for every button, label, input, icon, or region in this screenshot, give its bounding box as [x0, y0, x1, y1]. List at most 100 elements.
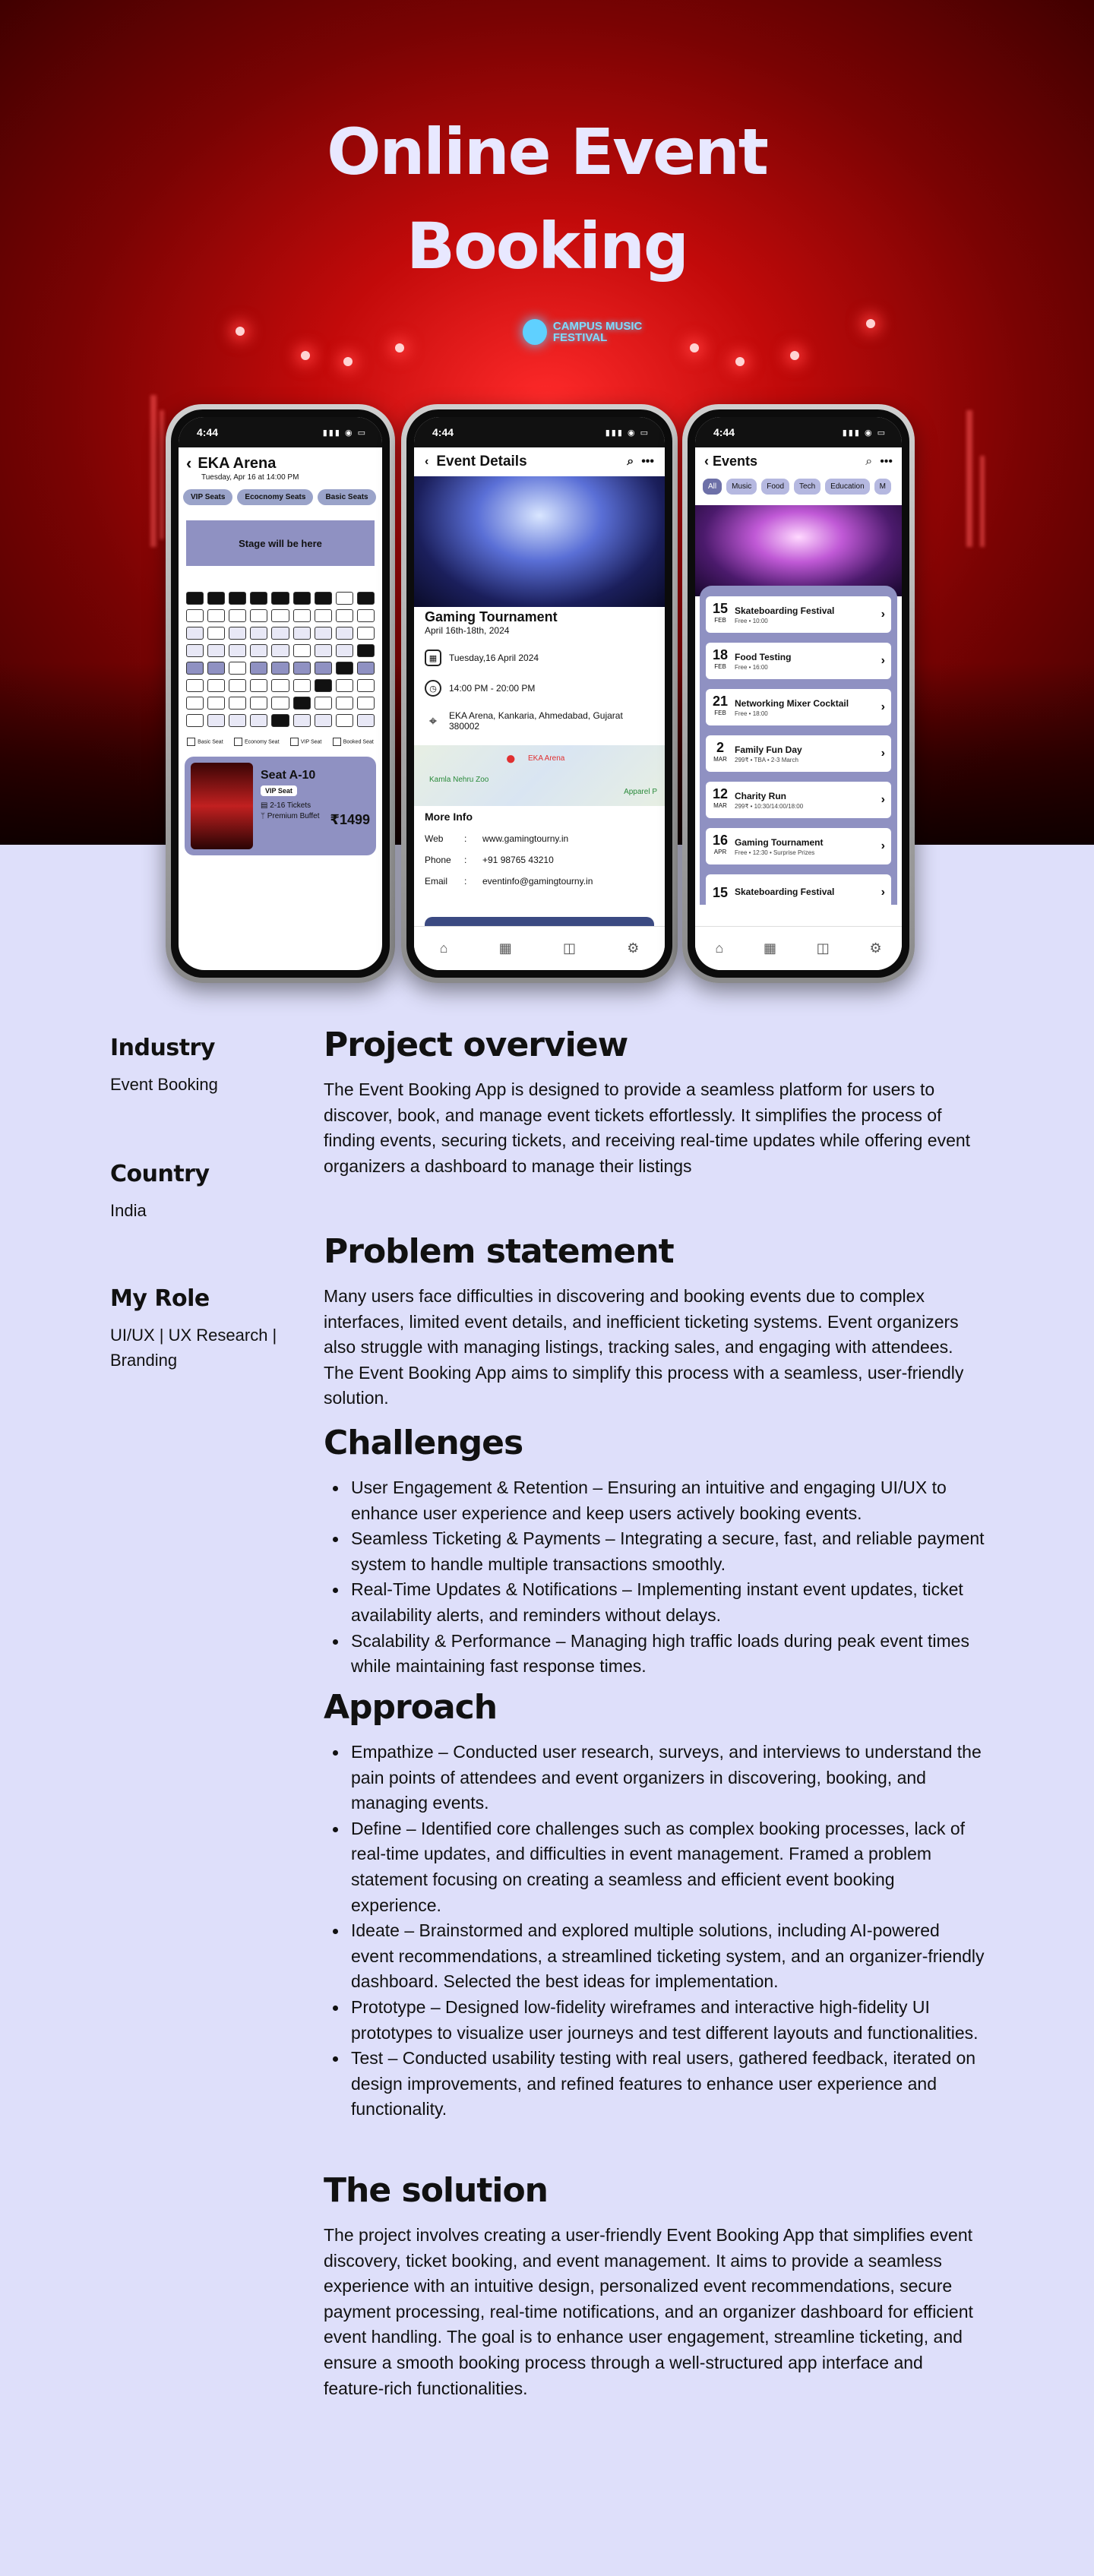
seat[interactable] [186, 697, 204, 710]
seat[interactable] [356, 662, 375, 675]
seat[interactable] [229, 697, 247, 710]
seat[interactable] [271, 697, 289, 710]
seat[interactable] [186, 609, 204, 622]
seat[interactable] [292, 627, 311, 640]
seat[interactable] [186, 627, 204, 640]
seat[interactable] [356, 679, 375, 692]
seat[interactable] [292, 679, 311, 692]
seat[interactable] [356, 609, 375, 622]
seat[interactable] [229, 714, 247, 727]
seat[interactable] [356, 627, 375, 640]
seat[interactable] [314, 714, 332, 727]
seat[interactable] [207, 592, 226, 605]
event-list-item[interactable]: 15 Skateboarding Festival › [706, 874, 891, 905]
seat[interactable] [229, 662, 247, 675]
seat[interactable] [335, 644, 353, 657]
chip-more[interactable]: M [874, 479, 891, 495]
seat[interactable] [207, 627, 226, 640]
event-list-item[interactable]: 15 FEB Skateboarding Festival Free • 10:00 › [706, 596, 891, 633]
seat[interactable] [356, 714, 375, 727]
ticket-card[interactable]: Seat A-10 VIP Seat ▤ 2-16 Tickets ᛘ Prem… [185, 757, 376, 855]
seat-map[interactable] [179, 574, 382, 730]
seat[interactable] [314, 697, 332, 710]
seat[interactable] [207, 714, 226, 727]
seat[interactable] [250, 644, 268, 657]
chip-food[interactable]: Food [761, 479, 790, 495]
seat[interactable] [314, 679, 332, 692]
seat[interactable] [335, 697, 353, 710]
event-map[interactable]: ● EKA Arena Kamla Nehru Zoo Apparel P [414, 745, 665, 806]
search-icon[interactable]: ⌕ [865, 455, 872, 469]
seat[interactable] [229, 609, 247, 622]
seat[interactable] [207, 644, 226, 657]
seat[interactable] [271, 714, 289, 727]
seat[interactable] [186, 592, 204, 605]
chip-all[interactable]: All [703, 479, 722, 495]
event-list-item[interactable]: 21 FEB Networking Mixer Cocktail Free • 18:… [706, 689, 891, 725]
seat[interactable] [292, 644, 311, 657]
seat[interactable] [356, 592, 375, 605]
more-icon[interactable]: ••• [641, 455, 654, 469]
seat[interactable] [335, 627, 353, 640]
phone-link[interactable]: +91 98765 43210 [482, 855, 554, 865]
seat[interactable] [186, 644, 204, 657]
seat[interactable] [292, 609, 311, 622]
seat[interactable] [186, 679, 204, 692]
ticket-icon[interactable]: ◫ [563, 940, 576, 956]
seat[interactable] [356, 644, 375, 657]
calendar-icon[interactable]: ▦ [764, 940, 776, 956]
chip-tech[interactable]: Tech [794, 479, 821, 495]
settings-icon[interactable]: ⚙ [627, 940, 639, 956]
back-icon[interactable]: ‹ [186, 454, 191, 473]
seat[interactable] [292, 662, 311, 675]
ticket-icon[interactable]: ◫ [817, 940, 830, 956]
seat[interactable] [207, 662, 226, 675]
more-icon[interactable]: ••• [880, 455, 893, 469]
back-icon[interactable]: ‹ [704, 454, 709, 469]
seat[interactable] [314, 609, 332, 622]
back-icon[interactable]: ‹ [425, 455, 428, 469]
seat[interactable] [356, 697, 375, 710]
seat[interactable] [207, 697, 226, 710]
calendar-icon[interactable]: ▦ [499, 940, 512, 956]
seat[interactable] [229, 592, 247, 605]
seat[interactable] [250, 662, 268, 675]
seat[interactable] [250, 679, 268, 692]
seat[interactable] [271, 609, 289, 622]
seat[interactable] [335, 609, 353, 622]
event-list-item[interactable]: 16 APR Gaming Tournament Free • 12:30 • Sur… [706, 828, 891, 864]
search-icon[interactable]: ⌕ [627, 455, 634, 469]
web-link[interactable]: www.gamingtourny.in [482, 833, 568, 844]
event-list-item[interactable]: 18 FEB Food Testing Free • 16:00 › [706, 643, 891, 679]
seat[interactable] [186, 662, 204, 675]
home-icon[interactable]: ⌂ [440, 940, 448, 956]
seat[interactable] [335, 592, 353, 605]
seat[interactable] [250, 592, 268, 605]
seat[interactable] [207, 679, 226, 692]
seat[interactable] [314, 644, 332, 657]
seat[interactable] [292, 592, 311, 605]
seat[interactable] [250, 609, 268, 622]
seat[interactable] [292, 697, 311, 710]
event-list-item[interactable]: 2 MAR Family Fun Day 299₹ • TBA • 2-3 March… [706, 735, 891, 772]
tab-vip-seats[interactable]: VIP Seats [183, 489, 233, 505]
seat[interactable] [229, 644, 247, 657]
seat[interactable] [271, 679, 289, 692]
seat[interactable] [335, 714, 353, 727]
seat[interactable] [229, 627, 247, 640]
seat[interactable] [186, 714, 204, 727]
chip-music[interactable]: Music [726, 479, 757, 495]
seat[interactable] [229, 679, 247, 692]
seat[interactable] [271, 592, 289, 605]
seat[interactable] [250, 714, 268, 727]
seat[interactable] [271, 644, 289, 657]
seat[interactable] [207, 609, 226, 622]
tab-economy-seats[interactable]: Ecocnomy Seats [237, 489, 314, 505]
seat[interactable] [271, 662, 289, 675]
seat[interactable] [271, 627, 289, 640]
seat[interactable] [335, 679, 353, 692]
seat[interactable] [335, 662, 353, 675]
event-list-item[interactable]: 12 MAR Charity Run 299₹ • 10:30/14:00/18:00… [706, 782, 891, 818]
email-link[interactable]: eventinfo@gamingtourny.in [482, 876, 593, 887]
seat[interactable] [250, 697, 268, 710]
